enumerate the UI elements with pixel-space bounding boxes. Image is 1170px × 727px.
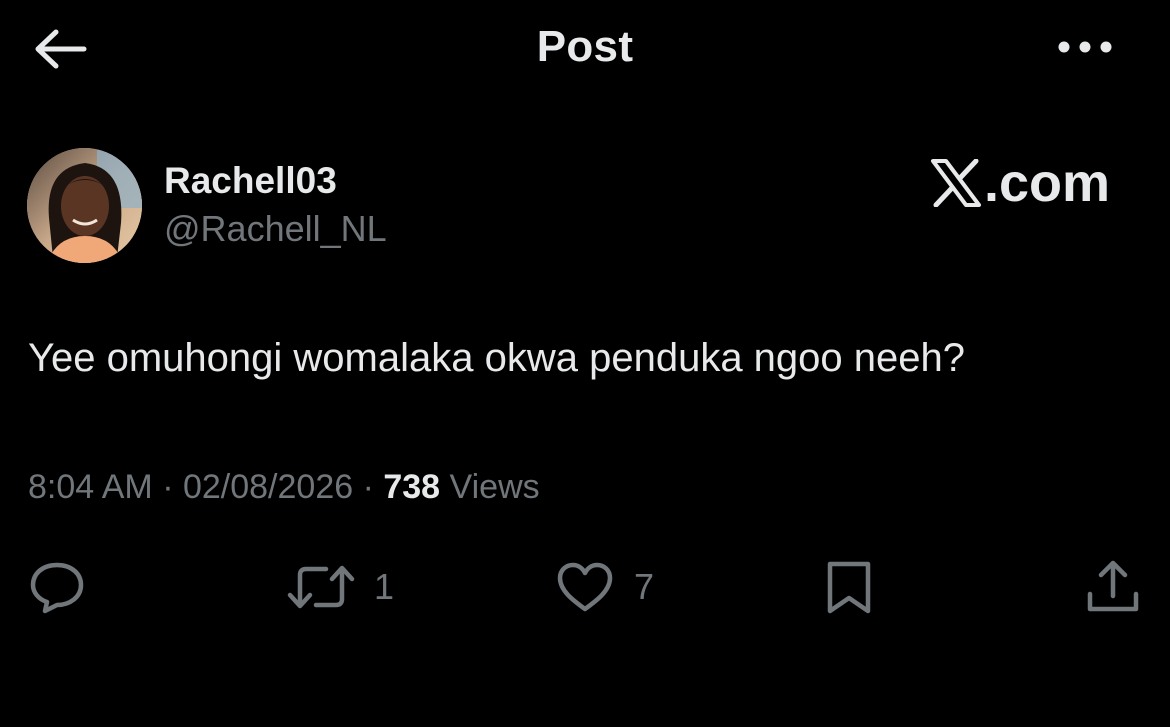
views-count[interactable]: 738 bbox=[383, 468, 440, 506]
share-icon bbox=[1087, 560, 1139, 612]
page-title: Post bbox=[536, 22, 634, 71]
post-meta: 8:04 AM · 02/08/2026 · 738 Views bbox=[28, 468, 540, 507]
top-bar: Post bbox=[0, 0, 1170, 100]
like-count: 7 bbox=[634, 566, 655, 607]
bookmark-icon bbox=[827, 561, 871, 614]
author-handle[interactable]: @Rachell_NL bbox=[164, 208, 387, 250]
x-logo-icon bbox=[931, 159, 981, 207]
post-date: 02/08/2026 bbox=[182, 468, 354, 506]
watermark-text: .com bbox=[984, 153, 1111, 213]
action-bar: 1 7 bbox=[0, 555, 1170, 619]
more-horizontal-icon bbox=[1058, 41, 1112, 53]
reply-button[interactable] bbox=[28, 555, 86, 619]
avatar[interactable] bbox=[27, 148, 142, 263]
post-text: Yee omuhongi womalaka okwa penduka ngoo … bbox=[28, 336, 966, 380]
repost-icon bbox=[287, 565, 355, 609]
author-display-name[interactable]: Rachell03 bbox=[164, 160, 337, 202]
reply-bubble-icon bbox=[30, 562, 84, 614]
avatar-image bbox=[27, 148, 142, 263]
views-label: Views bbox=[449, 468, 540, 506]
meta-separator: · bbox=[353, 468, 384, 506]
repost-count: 1 bbox=[374, 566, 395, 607]
more-options-button[interactable] bbox=[1050, 24, 1120, 70]
meta-separator: · bbox=[152, 468, 183, 506]
post-time: 8:04 AM bbox=[28, 468, 153, 506]
x-com-watermark: .com bbox=[930, 153, 1110, 213]
share-button[interactable] bbox=[1084, 555, 1142, 619]
bookmark-button[interactable] bbox=[822, 555, 878, 619]
heart-icon bbox=[557, 562, 613, 612]
repost-button[interactable]: 1 bbox=[286, 555, 394, 619]
like-button[interactable]: 7 bbox=[554, 555, 654, 619]
